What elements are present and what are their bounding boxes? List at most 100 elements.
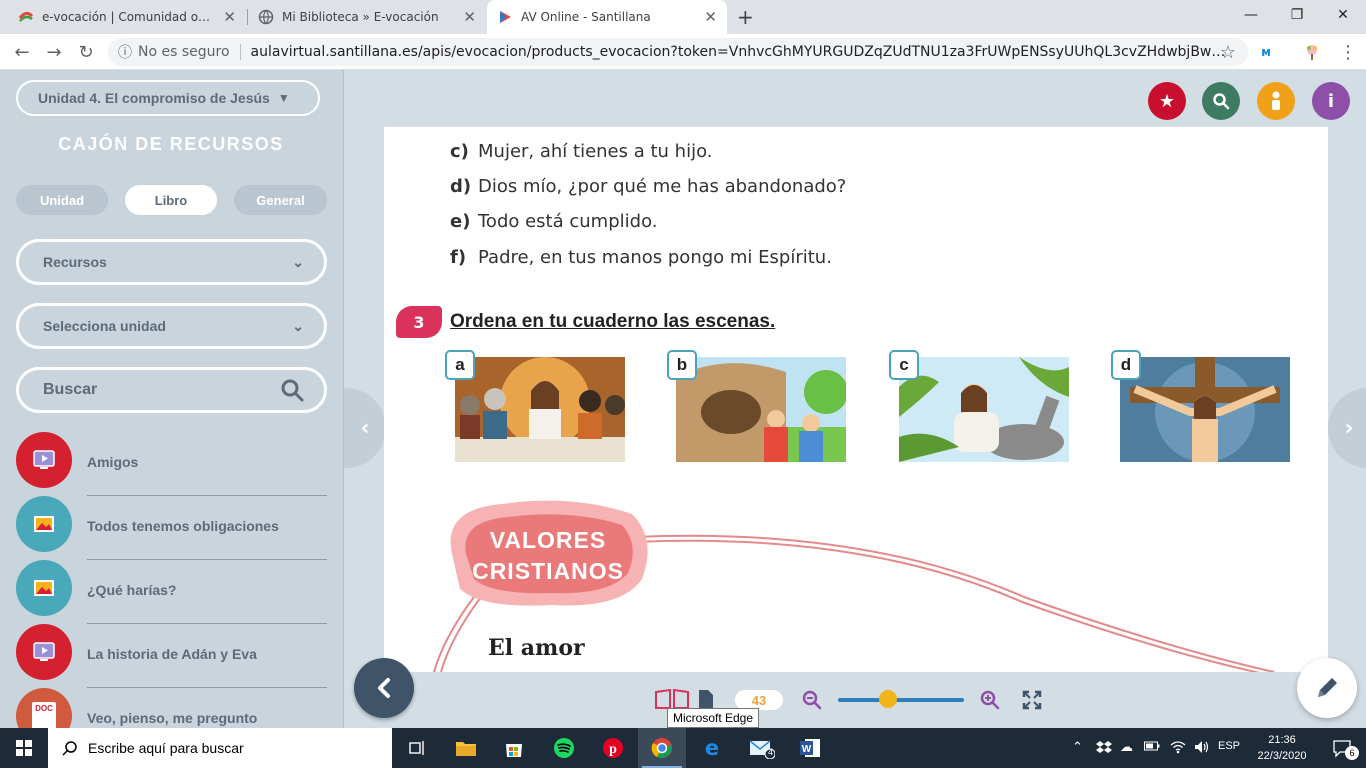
fullscreen-icon[interactable]: [1022, 690, 1042, 710]
zoom-out-icon[interactable]: [802, 690, 822, 710]
tab-libro[interactable]: Libro: [125, 185, 217, 215]
spotify-icon[interactable]: [540, 728, 588, 768]
mail-icon[interactable]: 4: [738, 728, 786, 768]
answer-line-f: f) Padre, en tus manos pongo mi Espíritu.: [450, 247, 832, 268]
scene-image-a[interactable]: [455, 357, 625, 462]
scene-image-c[interactable]: [899, 357, 1069, 462]
scene-label-b: b: [667, 350, 697, 380]
address-bar[interactable]: ⓘ No es seguro aulavirtual.santillana.es…: [108, 38, 1248, 66]
annotate-pencil-button[interactable]: [1297, 658, 1357, 718]
list-item[interactable]: DOC Veo, pienso, me pregunto: [16, 688, 327, 728]
close-tab-icon[interactable]: ✕: [704, 8, 717, 26]
battery-icon[interactable]: [1144, 740, 1160, 756]
new-tab-button[interactable]: +: [737, 5, 754, 29]
svg-text:W: W: [802, 744, 812, 755]
list-item-label: Amigos: [87, 454, 139, 470]
url-text: aulavirtual.santillana.es/apis/evocacion…: [250, 44, 1238, 60]
item-text: Mujer, ahí tienes a tu hijo.: [478, 141, 713, 162]
scene-label-a: a: [445, 350, 475, 380]
scene-image-d[interactable]: [1120, 357, 1290, 462]
back-button[interactable]: [354, 658, 414, 718]
info-button[interactable]: i: [1312, 82, 1350, 120]
unit-dropdown[interactable]: Unidad 4. El compromiso de Jesús ▼: [16, 80, 320, 116]
page-number-input[interactable]: 43: [735, 690, 783, 710]
microsoft-store-icon[interactable]: [490, 728, 538, 768]
reload-icon[interactable]: ↻: [72, 38, 100, 66]
taskbar-clock[interactable]: 21:36 22/3/2020: [1254, 732, 1310, 764]
resources-dropdown[interactable]: Recursos ⌄: [16, 239, 327, 285]
omnibox-divider: [239, 44, 241, 60]
file-explorer-icon[interactable]: [442, 728, 490, 768]
svg-text:p: p: [609, 742, 617, 757]
unit-filter-label: Selecciona unidad: [43, 318, 166, 334]
volume-icon[interactable]: [1194, 740, 1210, 758]
restore-icon[interactable]: ❐: [1274, 0, 1320, 30]
taskbar-tooltip: Microsoft Edge: [667, 708, 760, 728]
favorites-star-button[interactable]: ★: [1148, 82, 1186, 120]
chevron-down-icon: ▼: [277, 91, 290, 105]
book-page: c) Mujer, ahí tienes a tu hijo. d) Dios mí…: [384, 127, 1328, 672]
globe-icon: [258, 9, 274, 25]
profile-avatar-icon[interactable]: [1298, 38, 1326, 66]
list-item[interactable]: Todos tenemos obligaciones: [16, 496, 327, 560]
forward-icon[interactable]: →: [40, 38, 68, 66]
close-window-icon[interactable]: ✕: [1320, 0, 1366, 30]
search-input[interactable]: Buscar: [16, 367, 327, 413]
word-icon[interactable]: W: [786, 728, 834, 768]
movistar-extension-icon[interactable]: ᴍ: [1252, 38, 1280, 66]
edge-icon[interactable]: e: [688, 728, 736, 768]
wifi-icon[interactable]: [1170, 740, 1186, 758]
back-icon[interactable]: ←: [8, 38, 36, 66]
tab-title: AV Online - Santillana: [521, 10, 651, 24]
taskbar-search-input[interactable]: Escribe aquí para buscar: [48, 728, 392, 768]
dropbox-icon[interactable]: [1096, 740, 1112, 758]
action-center-icon[interactable]: 6: [1318, 728, 1366, 768]
previous-page-arrow[interactable]: ‹: [344, 388, 386, 468]
scene-label-d: d: [1111, 350, 1141, 380]
zoom-slider[interactable]: [838, 698, 964, 702]
user-button[interactable]: [1257, 82, 1295, 120]
list-item[interactable]: ¿Qué harías?: [16, 560, 327, 624]
activity-instruction: Ordena en tu cuaderno las escenas.: [450, 311, 776, 332]
search-icon[interactable]: [280, 378, 304, 402]
onedrive-cloud-icon[interactable]: ☁: [1120, 740, 1133, 755]
menu-kebab-icon[interactable]: ⋮: [1334, 38, 1362, 66]
tab-evocacion[interactable]: e-vocación | Comunidad online d ✕: [8, 0, 246, 34]
info-icon[interactable]: ⓘ: [118, 42, 132, 62]
video-resource-icon: [16, 624, 72, 680]
task-view-icon[interactable]: [394, 728, 442, 768]
section-title-line: VALORES: [489, 527, 607, 553]
show-hidden-icons-chevron[interactable]: ⌃: [1072, 740, 1083, 755]
close-tab-icon[interactable]: ✕: [223, 8, 236, 26]
tab-mi-biblioteca[interactable]: Mi Biblioteca » E-vocación ✕: [248, 0, 486, 34]
unit-filter-dropdown[interactable]: Selecciona unidad ⌄: [16, 303, 327, 349]
zoom-slider-handle[interactable]: [879, 690, 898, 708]
chrome-icon[interactable]: [638, 728, 686, 768]
tab-title: e-vocación | Comunidad online d: [42, 10, 217, 24]
tab-av-online[interactable]: AV Online - Santillana ✕: [487, 0, 727, 34]
image-resource-icon: [16, 560, 72, 616]
app-page: Unidad 4. El compromiso de Jesús ▼ CAJÓN…: [0, 70, 1366, 728]
sidebar-title: CAJÓN DE RECURSOS: [58, 134, 284, 154]
search-button[interactable]: [1202, 82, 1240, 120]
list-item[interactable]: Amigos: [16, 432, 327, 496]
bookmark-star-icon[interactable]: ☆: [1214, 38, 1242, 66]
single-page-icon[interactable]: [697, 688, 715, 710]
browser-toolbar: ← → ↻ ⓘ No es seguro aulavirtual.santill…: [0, 34, 1366, 70]
activity-number-badge: 3: [396, 306, 442, 338]
pinterest-icon[interactable]: p: [589, 728, 637, 768]
scene-image-b[interactable]: [676, 357, 846, 462]
windows-start-icon[interactable]: [0, 728, 48, 768]
minimize-icon[interactable]: —: [1228, 0, 1274, 30]
keyboard-language[interactable]: ESP: [1218, 740, 1240, 752]
next-page-arrow[interactable]: ›: [1328, 388, 1366, 468]
tab-unidad[interactable]: Unidad: [16, 185, 108, 215]
close-tab-icon[interactable]: ✕: [463, 8, 476, 26]
section-title: VALORES CRISTIANOS: [458, 525, 638, 587]
tab-general[interactable]: General: [234, 185, 327, 215]
list-item[interactable]: La historia de Adán y Eva: [16, 624, 327, 688]
zoom-in-icon[interactable]: [980, 690, 1000, 710]
double-page-icon[interactable]: [654, 688, 690, 710]
clock-time: 21:36: [1268, 734, 1296, 746]
list-item-label: Todos tenemos obligaciones: [87, 518, 279, 534]
